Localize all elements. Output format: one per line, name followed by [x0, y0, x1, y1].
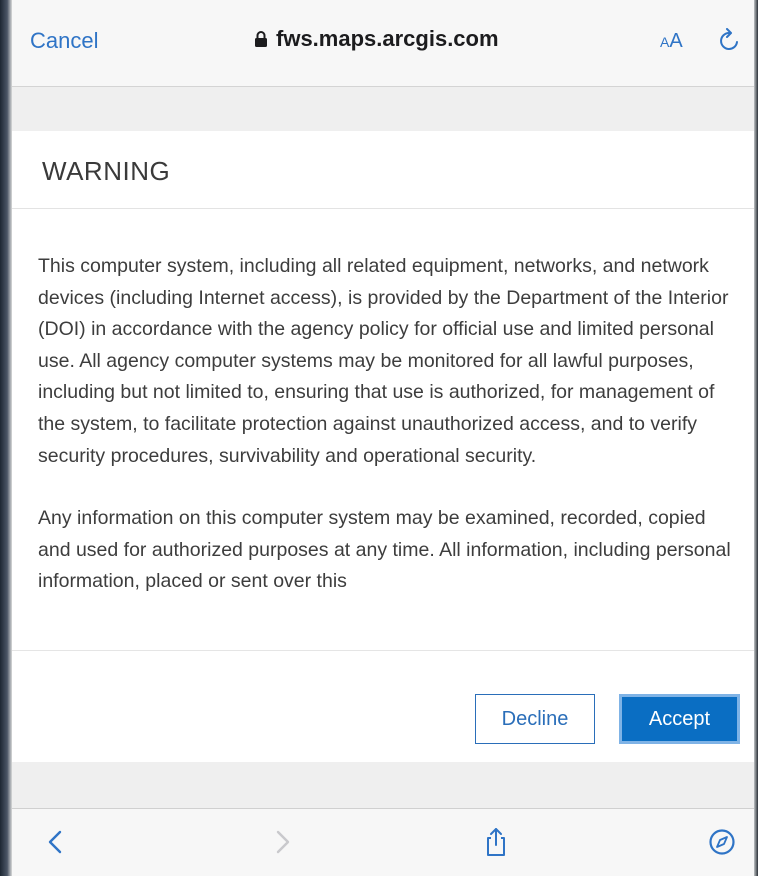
dialog-header: WARNING — [12, 131, 754, 209]
device-bezel-right — [754, 0, 758, 876]
back-icon[interactable] — [42, 827, 70, 857]
warning-paragraph-1: This computer system, including all rela… — [38, 255, 729, 467]
text-size-small-label: A — [660, 34, 670, 50]
warning-paragraph-2: Any information on this computer system … — [38, 507, 731, 593]
reload-icon[interactable] — [718, 28, 742, 54]
browser-window: Cancel fws.maps.arcgis.com AA WARNING Th… — [0, 0, 758, 876]
warning-dialog: WARNING This computer system, including … — [12, 131, 754, 763]
device-bezel-left — [0, 0, 12, 876]
page-background-bottom — [12, 762, 754, 808]
text-size-button[interactable]: AA — [660, 30, 683, 53]
forward-icon — [276, 830, 290, 854]
dialog-title: WARNING — [42, 156, 171, 186]
dialog-footer: Decline Accept — [12, 650, 754, 763]
url-text: fws.maps.arcgis.com — [276, 26, 499, 51]
decline-button[interactable]: Decline — [475, 694, 595, 744]
cancel-button[interactable]: Cancel — [30, 28, 98, 54]
dialog-body[interactable]: This computer system, including all rela… — [38, 251, 740, 641]
browser-bottom-toolbar — [12, 808, 754, 876]
share-icon[interactable] — [482, 827, 510, 857]
compass-icon[interactable] — [708, 827, 736, 857]
address-bar[interactable]: fws.maps.arcgis.com — [254, 26, 499, 52]
accept-button[interactable]: Accept — [619, 694, 740, 744]
text-size-large-label: A — [669, 30, 683, 52]
page-background-top — [12, 87, 754, 131]
lock-icon — [255, 31, 267, 47]
browser-top-bar: Cancel fws.maps.arcgis.com AA — [12, 0, 754, 87]
